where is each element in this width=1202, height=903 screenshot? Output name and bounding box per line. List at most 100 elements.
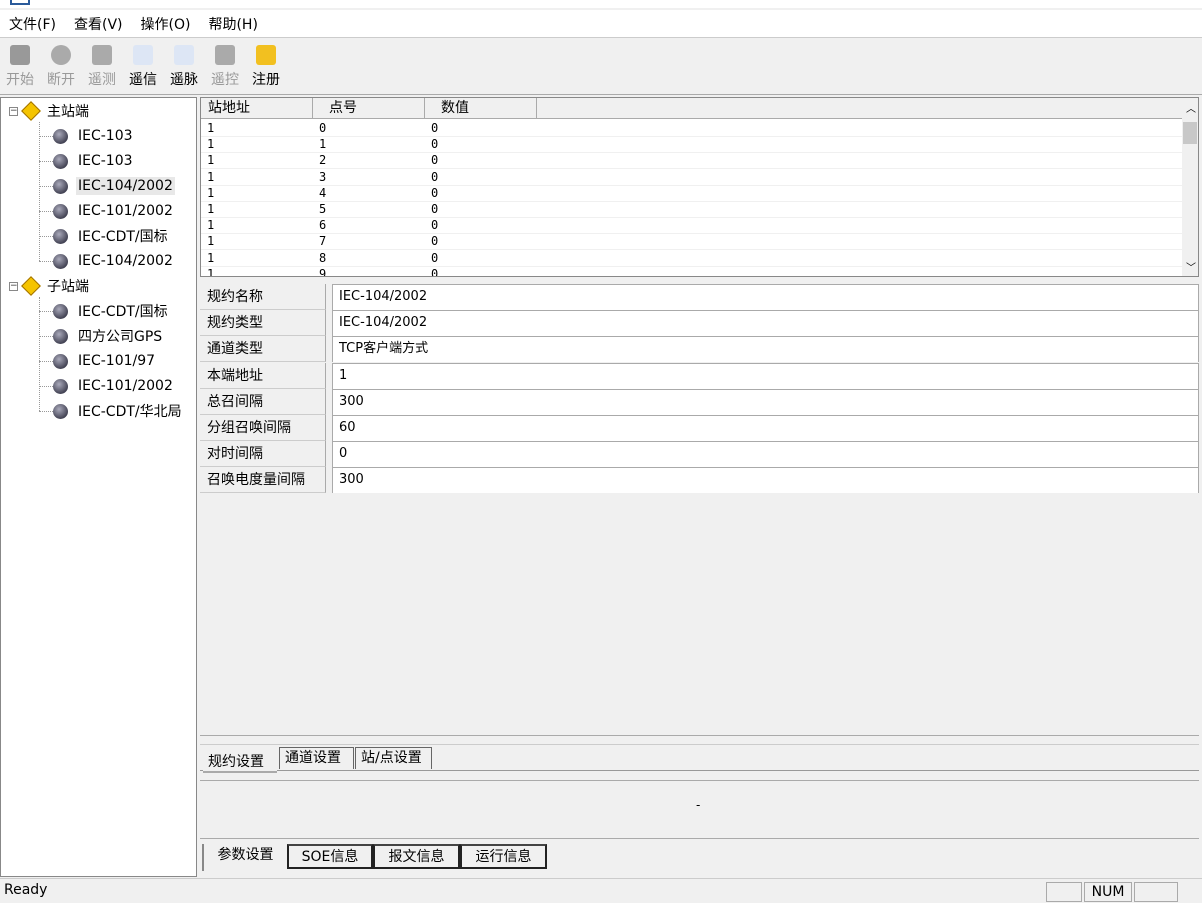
menu-file[interactable]: 文件(F) — [0, 14, 65, 34]
tree-item-label: IEC-101/97 — [78, 353, 156, 369]
property-row: 召唤电度量间隔 300 — [200, 467, 1199, 494]
table-cell: 5 — [319, 202, 327, 216]
tree-item-label: IEC-104/2002 — [76, 177, 175, 195]
toolbar-button-1[interactable]: 断开 — [41, 43, 81, 89]
table-row[interactable]: 1 5 0 — [201, 202, 1183, 218]
property-label: 通道类型 — [200, 336, 326, 363]
tree-item[interactable]: IEC-101/97 — [53, 350, 157, 372]
table-cell: 1 — [319, 137, 327, 152]
tree-item-label: IEC-103 — [78, 153, 133, 169]
tree-item[interactable]: IEC-104/2002 — [53, 250, 175, 272]
property-value[interactable]: 300 — [332, 388, 1199, 415]
protocol-tree[interactable]: − 主站端 IEC-103 IEC-103 IEC-104/2002 IEC-101/20… — [0, 97, 197, 877]
column-value[interactable]: 数值 — [425, 98, 537, 118]
property-row: 本端地址 1 — [200, 362, 1199, 389]
tree-connector — [39, 411, 53, 412]
table-row[interactable]: 1 7 0 — [201, 234, 1183, 251]
inner-tab-1[interactable]: 通道设置 — [279, 747, 354, 769]
table-cell: 0 — [431, 137, 439, 152]
property-label: 对时间隔 — [200, 441, 326, 468]
table-cell: 4 — [319, 185, 327, 200]
property-value[interactable]: TCP客户端方式 — [332, 336, 1199, 363]
tree-item[interactable]: IEC-CDT/华北局 — [53, 400, 184, 422]
inner-tab-0[interactable]: 规约设置 — [203, 749, 277, 773]
column-station-address[interactable]: 站地址 — [201, 98, 313, 118]
property-value[interactable]: 1 — [332, 362, 1199, 389]
protocol-icon — [53, 228, 68, 244]
bottom-tab-1[interactable]: SOE信息 — [287, 844, 373, 869]
protocol-icon — [53, 253, 68, 269]
points-table: 站地址 点号 数值 100110120130140150160170180190… — [200, 97, 1199, 277]
tree-group-master[interactable]: − 主站端 — [9, 100, 89, 122]
table-row[interactable]: 1 8 0 — [201, 251, 1183, 267]
protocol-icon — [53, 403, 68, 419]
table-row[interactable]: 1 1 0 — [201, 137, 1183, 154]
toolbar-button-6[interactable]: 注册 — [246, 43, 286, 89]
menu-operate[interactable]: 操作(O) — [132, 14, 200, 34]
property-value[interactable]: 60 — [332, 415, 1199, 441]
toolbar-button-5[interactable]: 遥控 — [205, 43, 245, 89]
table-row[interactable]: 1 9 0 — [201, 267, 1183, 276]
bottom-tab-3[interactable]: 运行信息 — [460, 844, 547, 869]
collapse-icon[interactable]: − — [9, 281, 18, 291]
toolbar-button-4[interactable]: 遥脉 — [164, 43, 204, 89]
property-value[interactable]: IEC-104/2002 — [332, 310, 1199, 337]
tree-item[interactable]: IEC-CDT/国标 — [53, 225, 170, 247]
tree-connector — [39, 261, 53, 262]
tree-group-slave[interactable]: − 子站端 — [9, 275, 89, 297]
tree-connector — [39, 386, 53, 387]
tree-item[interactable]: IEC-101/2002 — [53, 200, 175, 222]
toolbar-button-0[interactable]: 开始 — [0, 43, 40, 89]
tree-item-label: IEC-101/2002 — [78, 378, 173, 394]
toolbar-button-3[interactable]: 遥信 — [123, 43, 163, 89]
table-row[interactable]: 1 2 0 — [201, 153, 1183, 170]
telecontrol-icon — [215, 45, 235, 65]
column-point-number[interactable]: 点号 — [313, 98, 425, 118]
protocol-icon — [53, 378, 68, 394]
property-value[interactable]: IEC-104/2002 — [332, 284, 1199, 310]
toolbar: 开始 断开 遥测 遥信 遥脉 遥控 注册 — [0, 39, 1202, 95]
divider — [200, 770, 1199, 771]
tree-item-label: IEC-103 — [78, 128, 133, 144]
protocol-icon — [53, 178, 68, 194]
tree-group-label: 主站端 — [47, 104, 89, 120]
divider — [200, 780, 1199, 781]
bottom-tab-0[interactable]: 参数设置 — [202, 844, 287, 871]
bottom-tab-2[interactable]: 报文信息 — [373, 844, 460, 869]
toolbar-button-2[interactable]: 遥测 — [82, 43, 122, 89]
tree-connector — [39, 122, 40, 261]
table-row[interactable]: 1 4 0 — [201, 186, 1183, 202]
lock-icon — [256, 45, 276, 65]
table-row[interactable]: 1 6 0 — [201, 218, 1183, 235]
scroll-thumb[interactable] — [1183, 122, 1197, 144]
tree-item[interactable]: IEC-CDT/国标 — [53, 300, 170, 322]
menu-help[interactable]: 帮助(H) — [199, 14, 266, 34]
tree-item[interactable]: IEC-103 — [53, 150, 135, 172]
telepulse-icon — [174, 45, 194, 65]
tree-connector — [39, 336, 53, 337]
table-cell: 6 — [319, 218, 327, 233]
tree-item[interactable]: 四方公司GPS — [53, 325, 164, 347]
toolbar-label: 注册 — [252, 72, 280, 88]
toolbar-label: 断开 — [47, 72, 75, 88]
property-row: 规约名称 IEC-104/2002 — [200, 284, 1199, 310]
property-value[interactable]: 0 — [332, 441, 1199, 468]
scroll-down-icon[interactable]: ﹀ — [1186, 259, 1196, 274]
menu-view[interactable]: 查看(V) — [65, 14, 132, 34]
property-value[interactable]: 300 — [332, 467, 1199, 494]
table-scrollbar[interactable]: ︿ ﹀ — [1182, 98, 1198, 276]
menu-bar: 文件(F) 查看(V) 操作(O) 帮助(H) — [0, 10, 1202, 38]
tree-item[interactable]: IEC-101/2002 — [53, 375, 175, 397]
scroll-up-icon[interactable]: ︿ — [1186, 100, 1196, 115]
table-row[interactable]: 1 0 0 — [201, 121, 1183, 137]
divider — [200, 838, 1199, 839]
tree-item[interactable]: IEC-103 — [53, 125, 135, 147]
inner-tab-2[interactable]: 站/点设置 — [355, 747, 432, 769]
table-row[interactable]: 1 3 0 — [201, 170, 1183, 186]
tree-item-label: IEC-101/2002 — [78, 203, 173, 219]
collapse-icon[interactable]: − — [9, 106, 18, 116]
tree-item-label: IEC-CDT/华北局 — [78, 404, 182, 420]
disconnect-icon — [51, 45, 71, 65]
tree-item[interactable]: IEC-104/2002 — [53, 175, 175, 197]
table-cell: 1 — [207, 153, 215, 168]
